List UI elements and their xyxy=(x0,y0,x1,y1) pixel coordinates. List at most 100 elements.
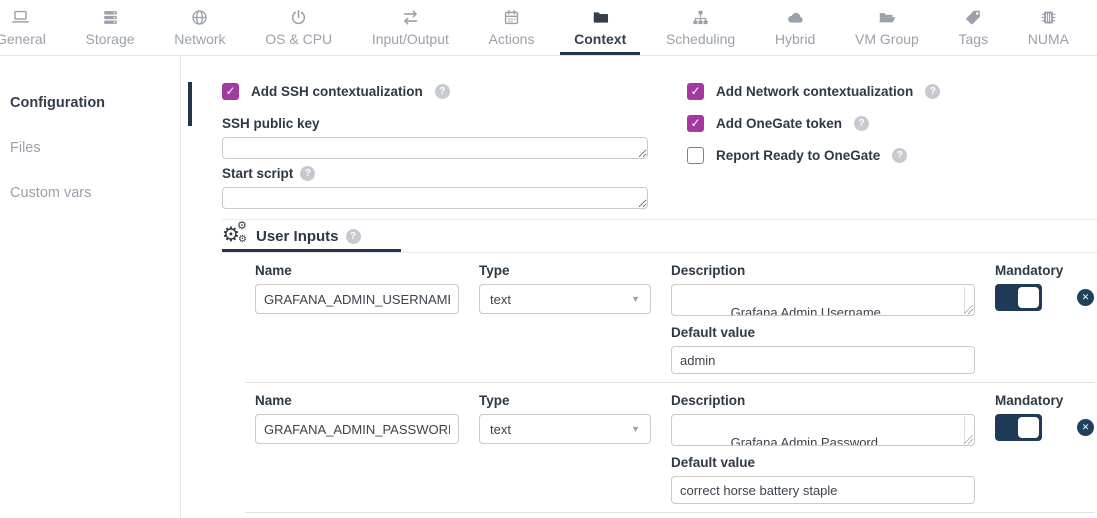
calendar-icon xyxy=(502,8,521,27)
tab-scheduling[interactable]: Scheduling xyxy=(652,0,749,55)
tab-os-cpu[interactable]: OS & CPU xyxy=(251,0,346,55)
tab-input-output[interactable]: Input/Output xyxy=(358,0,463,55)
default-value-label: Default value xyxy=(671,455,975,470)
tab-label: Input/Output xyxy=(372,31,449,47)
ssh-public-key-label: SSH public key xyxy=(222,116,320,131)
cloud-icon xyxy=(786,8,805,27)
chevron-down-icon: ▼ xyxy=(631,424,640,434)
description-text: Admin Username xyxy=(778,305,881,316)
microchip-icon xyxy=(1039,8,1058,27)
description-input[interactable]: Grafana Admin Username xyxy=(671,284,975,316)
folder-icon xyxy=(591,8,610,27)
default-value-label: Default value xyxy=(671,325,975,340)
tab-actions[interactable]: Actions xyxy=(475,0,549,55)
tab-label: Actions xyxy=(489,31,535,47)
report-ready-checkbox[interactable] xyxy=(687,147,704,164)
user-input-row: Name Type text ▼ Description Grafana A xyxy=(245,253,1095,382)
network-contextualization-checkbox[interactable]: ✓ xyxy=(687,83,704,100)
user-input-row: Name Type text ▼ Description Grafana A xyxy=(245,382,1095,512)
report-ready-label: Report Ready to OneGate xyxy=(716,148,880,163)
help-icon[interactable]: ? xyxy=(925,84,940,99)
laptop-icon xyxy=(11,8,30,27)
description-text: Grafana xyxy=(731,305,778,316)
description-column-label: Description xyxy=(671,393,975,408)
mandatory-column-label: Mandatory xyxy=(995,263,1094,278)
exchange-icon xyxy=(401,8,420,27)
sitemap-icon xyxy=(691,8,710,27)
toggle-knob xyxy=(1018,287,1039,308)
resize-grip-icon[interactable] xyxy=(964,305,973,314)
globe-icon xyxy=(190,8,209,27)
server-icon xyxy=(101,8,120,27)
tab-numa[interactable]: NUMA xyxy=(1014,0,1083,55)
power-icon xyxy=(289,8,308,27)
type-select-value: text xyxy=(490,422,511,437)
tab-label: General xyxy=(0,31,46,47)
ssh-contextualization-label: Add SSH contextualization xyxy=(251,84,423,99)
type-select[interactable]: text ▼ xyxy=(479,414,651,444)
wizard-tab-bar: General Storage Network OS & CPU Input/O… xyxy=(0,0,1097,56)
tab-label: VM Group xyxy=(855,31,919,47)
sidebar-item-label: Files xyxy=(10,140,41,156)
mandatory-toggle[interactable] xyxy=(995,284,1042,311)
tab-context[interactable]: Context xyxy=(560,0,640,55)
description-text: Grafana xyxy=(731,435,778,446)
start-script-label: Start script xyxy=(222,166,293,181)
gears-icon: ⚙⚙⚙ xyxy=(222,224,249,248)
chevron-down-icon: ▼ xyxy=(631,294,640,304)
ssh-public-key-input[interactable] xyxy=(222,137,648,159)
help-icon[interactable]: ? xyxy=(300,166,315,181)
start-script-input[interactable] xyxy=(222,187,648,209)
help-icon[interactable]: ? xyxy=(346,229,361,244)
tab-hybrid[interactable]: Hybrid xyxy=(761,0,829,55)
sidebar-item-configuration[interactable]: Configuration xyxy=(10,86,180,120)
vm-template-wizard: General Storage Network OS & CPU Input/O… xyxy=(0,0,1097,518)
toggle-knob xyxy=(1018,417,1039,438)
tab-network[interactable]: Network xyxy=(160,0,239,55)
tab-label: Scheduling xyxy=(666,31,735,47)
name-input[interactable] xyxy=(255,284,459,314)
delete-row-icon[interactable]: ✕ xyxy=(1077,419,1094,436)
delete-row-icon[interactable]: ✕ xyxy=(1077,289,1094,306)
tab-tags[interactable]: Tags xyxy=(945,0,1003,55)
name-input[interactable] xyxy=(255,414,459,444)
tab-label: OS & CPU xyxy=(265,31,332,47)
tab-label: Storage xyxy=(85,31,134,47)
sidebar-item-files[interactable]: Files xyxy=(10,131,180,165)
onegate-token-label: Add OneGate token xyxy=(716,116,842,131)
help-icon[interactable]: ? xyxy=(435,84,450,99)
type-column-label: Type xyxy=(479,263,651,278)
user-inputs-tab[interactable]: ⚙⚙⚙ User Inputs ? xyxy=(222,220,401,252)
tab-label: Tags xyxy=(959,31,989,47)
tab-general[interactable]: General xyxy=(0,0,60,55)
tab-storage[interactable]: Storage xyxy=(71,0,148,55)
sidebar-item-label: Custom vars xyxy=(10,185,91,201)
name-column-label: Name xyxy=(255,263,459,278)
folder-open-icon xyxy=(877,8,896,27)
resize-grip-icon[interactable] xyxy=(964,435,973,444)
network-contextualization-label: Add Network contextualization xyxy=(716,84,913,99)
sidebar-item-label: Configuration xyxy=(10,95,105,111)
default-value-input[interactable] xyxy=(671,476,975,504)
default-value-input[interactable] xyxy=(671,346,975,374)
user-inputs-title: User Inputs xyxy=(256,228,339,245)
tab-label: Context xyxy=(574,31,626,47)
description-text: Admin Password xyxy=(778,435,878,446)
configuration-panel: ✓ Add SSH contextualization ? SSH public… xyxy=(181,56,1097,518)
tab-label: Hybrid xyxy=(775,31,815,47)
user-inputs-header: ⚙⚙⚙ User Inputs ? xyxy=(222,219,1097,253)
onegate-token-checkbox[interactable]: ✓ xyxy=(687,115,704,132)
mandatory-column-label: Mandatory xyxy=(995,393,1094,408)
type-select-value: text xyxy=(490,292,511,307)
ssh-contextualization-checkbox[interactable]: ✓ xyxy=(222,83,239,100)
description-input[interactable]: Grafana Admin Password xyxy=(671,414,975,446)
sidebar-item-custom-vars[interactable]: Custom vars xyxy=(10,176,180,210)
user-inputs-list: Name Type text ▼ Description Grafana A xyxy=(245,253,1095,513)
help-icon[interactable]: ? xyxy=(892,148,907,163)
tab-label: Network xyxy=(174,31,225,47)
mandatory-toggle[interactable] xyxy=(995,414,1042,441)
tab-vm-group[interactable]: VM Group xyxy=(841,0,933,55)
type-select[interactable]: text ▼ xyxy=(479,284,651,314)
type-column-label: Type xyxy=(479,393,651,408)
help-icon[interactable]: ? xyxy=(854,116,869,131)
